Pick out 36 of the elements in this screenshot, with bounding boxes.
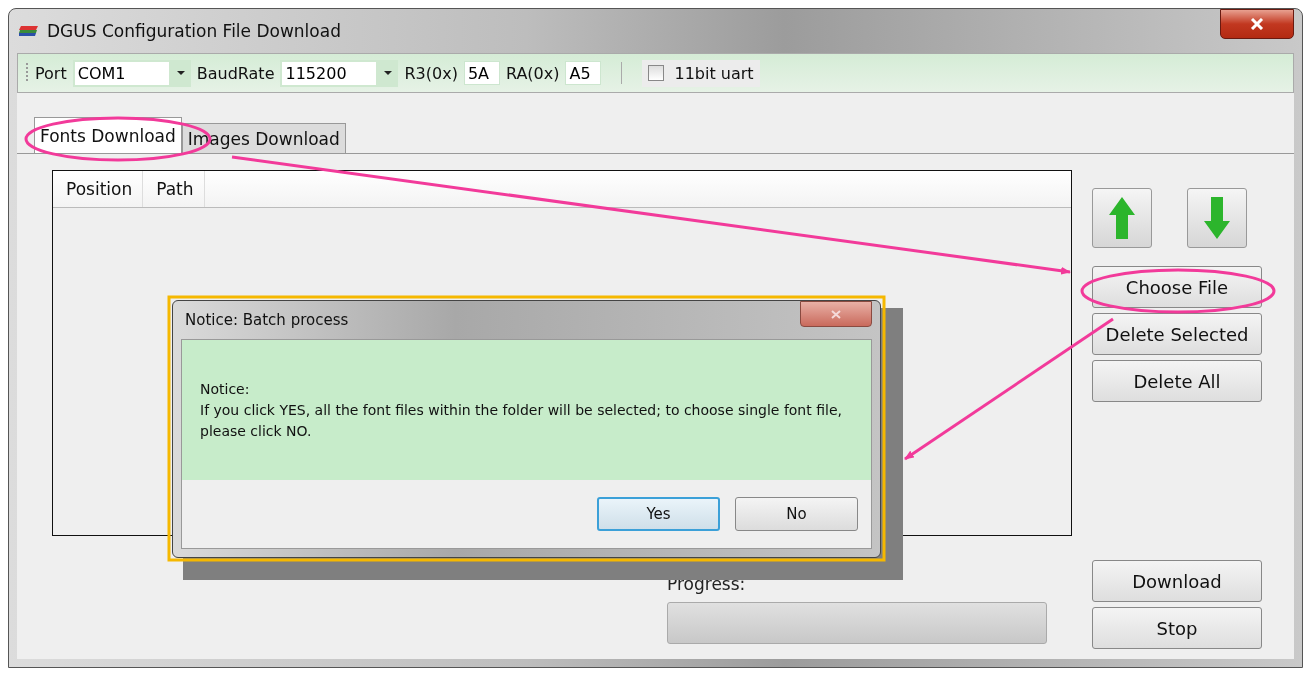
action-button[interactable]: Delete All bbox=[1092, 360, 1262, 402]
move-down-button[interactable] bbox=[1187, 188, 1247, 248]
ra-label: RA(0x) bbox=[505, 63, 560, 83]
uart-label: 11bit uart bbox=[674, 63, 754, 83]
up-arrow-icon bbox=[1109, 197, 1135, 239]
action-button[interactable]: Delete Selected bbox=[1092, 313, 1262, 355]
move-up-button[interactable] bbox=[1092, 188, 1152, 248]
port-dropdown[interactable]: COM1 bbox=[72, 59, 191, 87]
tab[interactable]: Fonts Download bbox=[34, 117, 182, 153]
port-label: Port bbox=[35, 63, 67, 83]
column-header[interactable]: Path bbox=[143, 171, 205, 207]
action-button[interactable]: Stop bbox=[1092, 607, 1262, 649]
checkbox[interactable] bbox=[648, 65, 665, 81]
r3-label: R3(0x) bbox=[404, 63, 458, 83]
dialog-button[interactable]: No bbox=[735, 497, 858, 531]
baudrate-label: BaudRate bbox=[196, 63, 275, 83]
ra-field[interactable]: A5 bbox=[565, 61, 602, 85]
dialog-button[interactable]: Yes bbox=[597, 497, 720, 531]
close-icon bbox=[1250, 18, 1264, 30]
grip-icon bbox=[26, 62, 29, 84]
down-arrow-icon bbox=[1204, 197, 1230, 239]
action-button[interactable]: Download bbox=[1092, 560, 1262, 602]
close-icon bbox=[831, 309, 841, 319]
action-button[interactable]: Choose File bbox=[1092, 266, 1262, 308]
dialog-close-button[interactable] bbox=[800, 301, 872, 327]
app-logo-icon bbox=[19, 25, 39, 37]
caret-icon bbox=[384, 71, 393, 75]
column-header[interactable]: Position bbox=[53, 171, 144, 207]
baudrate-dropdown[interactable]: 115200 bbox=[280, 59, 399, 87]
notice-message: If you click YES, all the font files within the folder will be selected; to choose single font file, please click NO. bbox=[200, 400, 843, 441]
window-title: DGUS Configuration File Download bbox=[47, 21, 342, 41]
close-button[interactable] bbox=[1220, 9, 1294, 39]
dialog-title: Notice: Batch process bbox=[184, 311, 350, 329]
caret-icon bbox=[176, 71, 185, 75]
r3-field[interactable]: 5A bbox=[463, 61, 500, 85]
notice-heading: Notice: bbox=[200, 379, 251, 399]
